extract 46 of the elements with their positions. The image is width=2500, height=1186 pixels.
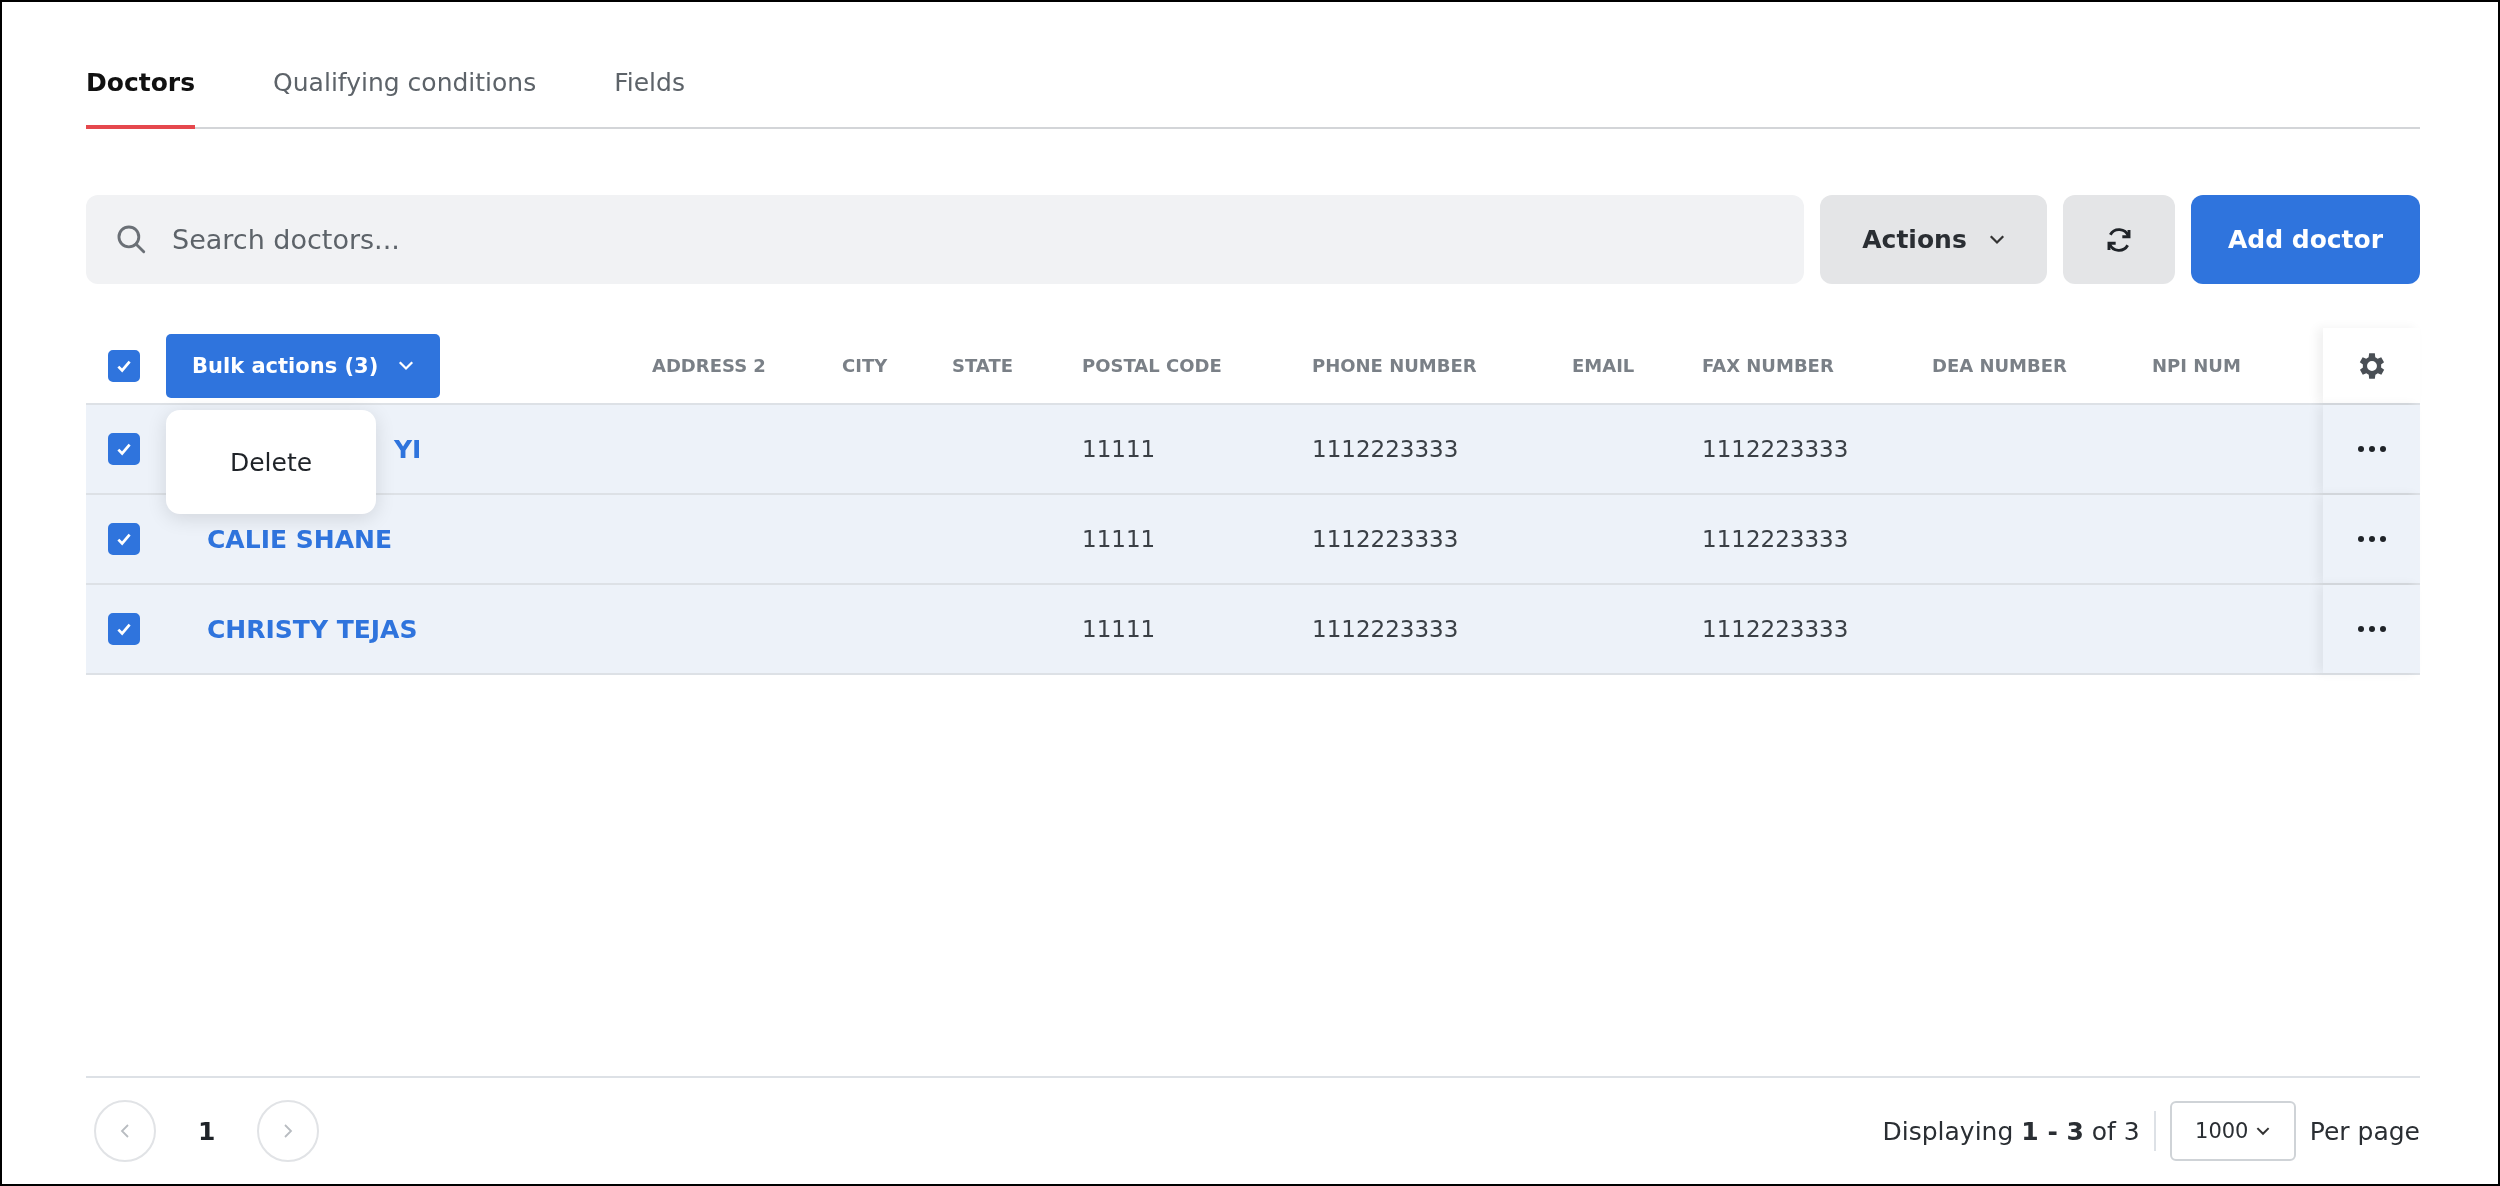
column-header: DEA NUMBER	[1932, 355, 2067, 376]
table-cell: 1112223333	[1702, 436, 1849, 462]
add-doctor-button[interactable]: Add doctor	[2191, 195, 2420, 284]
row-checkbox[interactable]	[108, 613, 140, 645]
row-checkbox[interactable]	[108, 433, 140, 465]
table-cell: 1112223333	[1312, 616, 1459, 642]
more-icon[interactable]	[2356, 445, 2387, 453]
column-header: CITY	[842, 355, 888, 376]
tab[interactable]: Fields	[614, 42, 685, 129]
doctor-name-link[interactable]: CHRISTY TEJAS	[207, 614, 418, 644]
table-cell: 1112223333	[1702, 616, 1849, 642]
row-checkbox[interactable]	[108, 523, 140, 555]
bulk-actions-button[interactable]: Bulk actions (3)	[166, 333, 441, 398]
actions-button[interactable]: Actions	[1820, 195, 2047, 284]
column-header: FAX NUMBER	[1702, 355, 1834, 376]
column-header: PHONE NUMBER	[1312, 355, 1477, 376]
displaying-text: Displaying 1 - 3 of 3	[1882, 1116, 2140, 1146]
column-header: STATE	[952, 355, 1013, 376]
chevron-right-icon	[283, 1123, 294, 1139]
chevron-down-icon	[398, 360, 415, 371]
column-header: NPI NUM	[2152, 355, 2241, 376]
chevron-down-icon	[1988, 234, 2005, 245]
chevron-down-icon	[2256, 1126, 2271, 1136]
tab[interactable]: Qualifying conditions	[273, 42, 537, 129]
per-page-label: Per page	[2309, 1116, 2420, 1146]
doctor-name-link[interactable]: YI	[394, 434, 422, 464]
table-cell: 11111	[1082, 616, 1156, 642]
menu-item[interactable]: Delete	[229, 447, 313, 477]
column-header: EMAIL	[1572, 355, 1635, 376]
refresh-button[interactable]	[2063, 195, 2175, 284]
table-cell: 11111	[1082, 436, 1156, 462]
table-cell: 1112223333	[1702, 526, 1849, 552]
table-cell: 1112223333	[1312, 526, 1459, 552]
table-cell: 1112223333	[1312, 436, 1459, 462]
chevron-left-icon	[120, 1123, 130, 1139]
page-number[interactable]: 1	[186, 1116, 228, 1146]
more-icon[interactable]	[2356, 625, 2387, 633]
tab[interactable]: Doctors	[86, 42, 196, 129]
search-field[interactable]: Search doctors...	[86, 195, 1804, 284]
column-header: ADDRESS 2	[652, 355, 766, 376]
per-page-select[interactable]: 1000	[2169, 1101, 2296, 1161]
more-icon[interactable]	[2356, 535, 2387, 543]
table-cell: 11111	[1082, 526, 1156, 552]
select-all-checkbox[interactable]	[108, 349, 140, 382]
column-header: POSTAL CODE	[1082, 355, 1222, 376]
doctor-name-link[interactable]: CALIE SHANE	[207, 524, 392, 554]
